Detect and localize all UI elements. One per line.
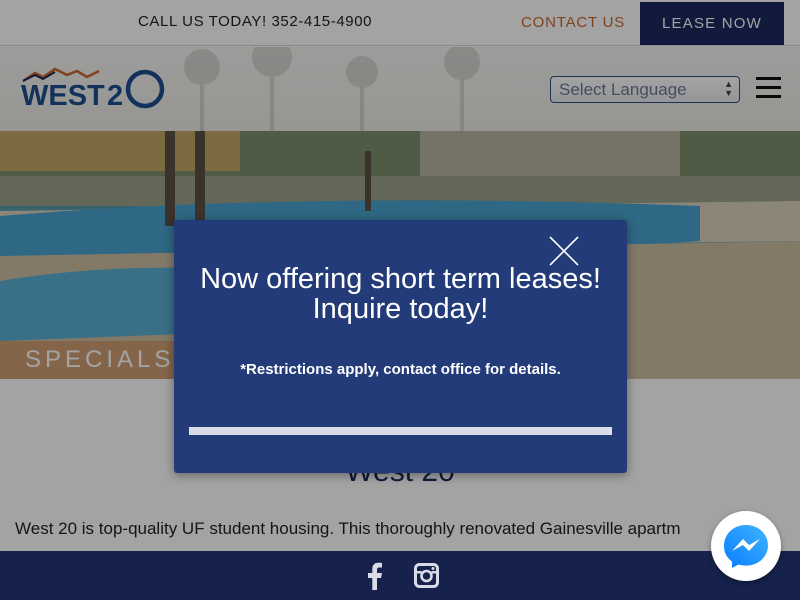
modal-progress-bar (189, 427, 612, 435)
messenger-chat-button[interactable] (711, 511, 781, 581)
social-footer-bar (0, 551, 800, 600)
modal-restrictions-note: *Restrictions apply, contact office for … (240, 361, 561, 378)
modal-headline-line1: Now offering short term leases! (200, 263, 601, 295)
modal-headline: Now offering short term leases! Inquire … (174, 264, 627, 324)
facebook-icon[interactable] (364, 562, 384, 590)
instagram-icon[interactable] (414, 563, 439, 588)
short-term-lease-modal: Now offering short term leases! Inquire … (174, 220, 627, 473)
modal-headline-line2: Inquire today! (312, 293, 489, 325)
messenger-icon (724, 525, 768, 568)
